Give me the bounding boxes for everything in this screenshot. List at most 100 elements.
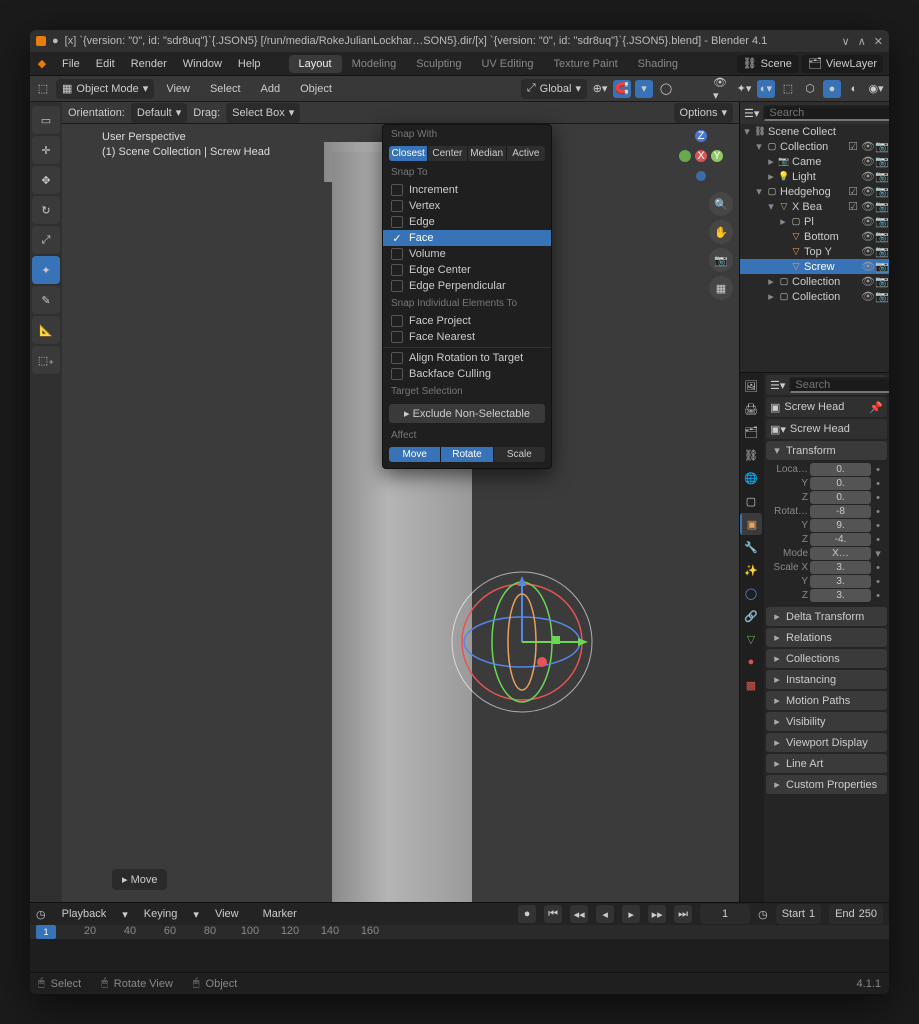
outliner-editor-icon[interactable]: ☰▾ (744, 107, 759, 120)
blender-icon[interactable]: ◆ (30, 52, 54, 76)
workspace-tab-sculpting[interactable]: Sculpting (406, 55, 471, 73)
outliner-row[interactable]: ▾▢Collection☑👁📷 (740, 139, 889, 154)
snap-indiv-face-project[interactable]: Face Project (383, 313, 551, 329)
prop-row[interactable]: Z-4.• (770, 533, 883, 546)
viewlayer-selector[interactable]: 🗂 ViewLayer (802, 55, 883, 73)
snap-to-edge-center[interactable]: Edge Center (383, 262, 551, 278)
props-editor-icon[interactable]: ☰▾ (770, 379, 785, 392)
select-tool[interactable]: ▭ (32, 106, 60, 134)
orientation-dropdown[interactable]: Default ▾ (131, 103, 187, 123)
cursor-tool[interactable]: ✛ (32, 136, 60, 164)
panel-collections[interactable]: ▸Collections (766, 649, 887, 668)
gizmo-toggle-icon[interactable]: ✦▾ (735, 80, 753, 98)
play-button[interactable]: ▸ (622, 905, 640, 923)
object-menu[interactable]: Object (292, 76, 340, 101)
snap-to-edge-perpendicular[interactable]: Edge Perpendicular (383, 278, 551, 294)
prop-row[interactable]: Rotat…-8• (770, 505, 883, 518)
prop-tab-world[interactable]: 🌐 (740, 467, 762, 489)
menu-render[interactable]: Render (123, 52, 175, 75)
add-cube-tool[interactable]: ⬚₊ (32, 346, 60, 374)
play-rev-button[interactable]: ◂ (596, 905, 614, 923)
marker-menu[interactable]: Marker (255, 903, 305, 925)
prop-tab-particles[interactable]: ✨ (740, 559, 762, 581)
window-minimize-button[interactable]: ∨ (842, 35, 850, 48)
outliner-row[interactable]: ▽Top Y👁📷 (740, 244, 889, 259)
prop-row[interactable]: Scale X3.• (770, 561, 883, 574)
menu-window[interactable]: Window (175, 52, 230, 75)
drag-dropdown[interactable]: Select Box ▾ (226, 103, 300, 123)
menu-file[interactable]: File (54, 52, 88, 75)
outliner-row[interactable]: ▸▢Collection👁📷 (740, 289, 889, 304)
editor-type-icon[interactable]: ⬚ (34, 80, 52, 98)
prop-tab-physics[interactable]: ◯ (740, 582, 762, 604)
3d-viewport[interactable]: Orientation: Default ▾ Drag: Select Box … (62, 102, 739, 902)
affect-scale[interactable]: Scale (494, 447, 545, 462)
visibility-icon[interactable]: 👁▾ (713, 80, 731, 98)
prop-tab-render[interactable]: 🖼 (740, 375, 762, 397)
transform-panel-header[interactable]: ▾Transform (766, 441, 887, 460)
affect-move[interactable]: Move (389, 447, 441, 462)
current-frame-field[interactable]: 1 (700, 904, 750, 924)
breadcrumb-item[interactable]: ▣ Screw Head 📌 (766, 397, 887, 417)
prop-row[interactable]: Z3.• (770, 589, 883, 602)
prop-row[interactable]: Loca…0.• (770, 463, 883, 476)
snap-to-increment[interactable]: Increment (383, 182, 551, 198)
prop-tab-data[interactable]: ▽ (740, 628, 762, 650)
workspace-tab-texture[interactable]: Texture Paint (543, 55, 627, 73)
outliner-search[interactable] (763, 105, 889, 121)
snap-to-vertex[interactable]: Vertex (383, 198, 551, 214)
end-frame-field[interactable]: End 250 (829, 904, 883, 924)
persp-ortho-icon[interactable]: ▦ (709, 276, 733, 300)
menu-help[interactable]: Help (230, 52, 269, 75)
xray-icon[interactable]: ⬚ (779, 80, 797, 98)
timeline-track[interactable]: 020406080100120140160 1 (30, 925, 889, 972)
snap-with-median[interactable]: Median (468, 146, 507, 161)
panel-instancing[interactable]: ▸Instancing (766, 670, 887, 689)
workspace-tab-layout[interactable]: Layout (289, 55, 342, 73)
prop-tab-viewlayer[interactable]: 🗂 (740, 421, 762, 443)
prop-row[interactable]: Z0.• (770, 491, 883, 504)
snap-toggle[interactable]: 🧲 (613, 80, 631, 98)
prev-key-button[interactable]: ◂◂ (570, 905, 588, 923)
pan-icon[interactable]: ✋ (709, 220, 733, 244)
align-rotation-checkbox[interactable]: Align Rotation to Target (383, 350, 551, 366)
panel-line-art[interactable]: ▸Line Art (766, 754, 887, 773)
view-menu[interactable]: View (158, 76, 198, 101)
outliner-row[interactable]: ▾⛓Scene Collect (740, 124, 889, 139)
snap-to-volume[interactable]: Volume (383, 246, 551, 262)
measure-tool[interactable]: 📐 (32, 316, 60, 344)
overlay-toggle-icon[interactable]: ◐▾ (757, 80, 775, 98)
panel-motion-paths[interactable]: ▸Motion Paths (766, 691, 887, 710)
prop-tab-output[interactable]: 🖨 (740, 398, 762, 420)
proportional-edit-icon[interactable]: ◯ (657, 80, 675, 98)
outliner-row[interactable]: ▸📷Came👁📷 (740, 154, 889, 169)
prop-row[interactable]: Y3.• (770, 575, 883, 588)
panel-custom-properties[interactable]: ▸Custom Properties (766, 775, 887, 794)
window-maximize-button[interactable]: ∧ (858, 35, 866, 48)
prop-tab-collection[interactable]: ▢ (740, 490, 762, 512)
zoom-icon[interactable]: 🔍 (709, 192, 733, 216)
snap-with-closest[interactable]: Closest (389, 146, 428, 161)
outliner-row[interactable]: ▾▽X Bea☑👁📷 (740, 199, 889, 214)
window-close-button[interactable]: ✕ (874, 35, 883, 48)
prop-tab-material[interactable]: ● (740, 651, 762, 673)
outliner-row[interactable]: ▸▢Collection👁📷 (740, 274, 889, 289)
orientation-selector[interactable]: ⤢ Global ▾ (521, 79, 587, 99)
backface-culling-checkbox[interactable]: Backface Culling (383, 366, 551, 382)
scale-tool[interactable]: ⤢ (32, 226, 60, 254)
outliner-row[interactable]: ▸▢Pl👁📷 (740, 214, 889, 229)
workspace-tab-shading[interactable]: Shading (628, 55, 688, 73)
transform-gizmo[interactable] (422, 542, 622, 742)
prop-row[interactable]: Y9.• (770, 519, 883, 532)
snap-to-face[interactable]: ✓Face (383, 230, 551, 246)
nav-gizmo[interactable]: Z X Y (673, 128, 729, 184)
shading-material-icon[interactable]: ◐ (845, 80, 863, 98)
shading-rendered-icon[interactable]: ◉▾ (867, 80, 885, 98)
outliner-row[interactable]: ▾▢Hedgehog☑👁📷 (740, 184, 889, 199)
prop-tab-object[interactable]: ▣ (740, 513, 762, 535)
view-menu-tl[interactable]: View (207, 903, 247, 925)
pivot-icon[interactable]: ⊕▾ (591, 80, 609, 98)
panel-relations[interactable]: ▸Relations (766, 628, 887, 647)
prop-row[interactable]: Y0.• (770, 477, 883, 490)
panel-visibility[interactable]: ▸Visibility (766, 712, 887, 731)
